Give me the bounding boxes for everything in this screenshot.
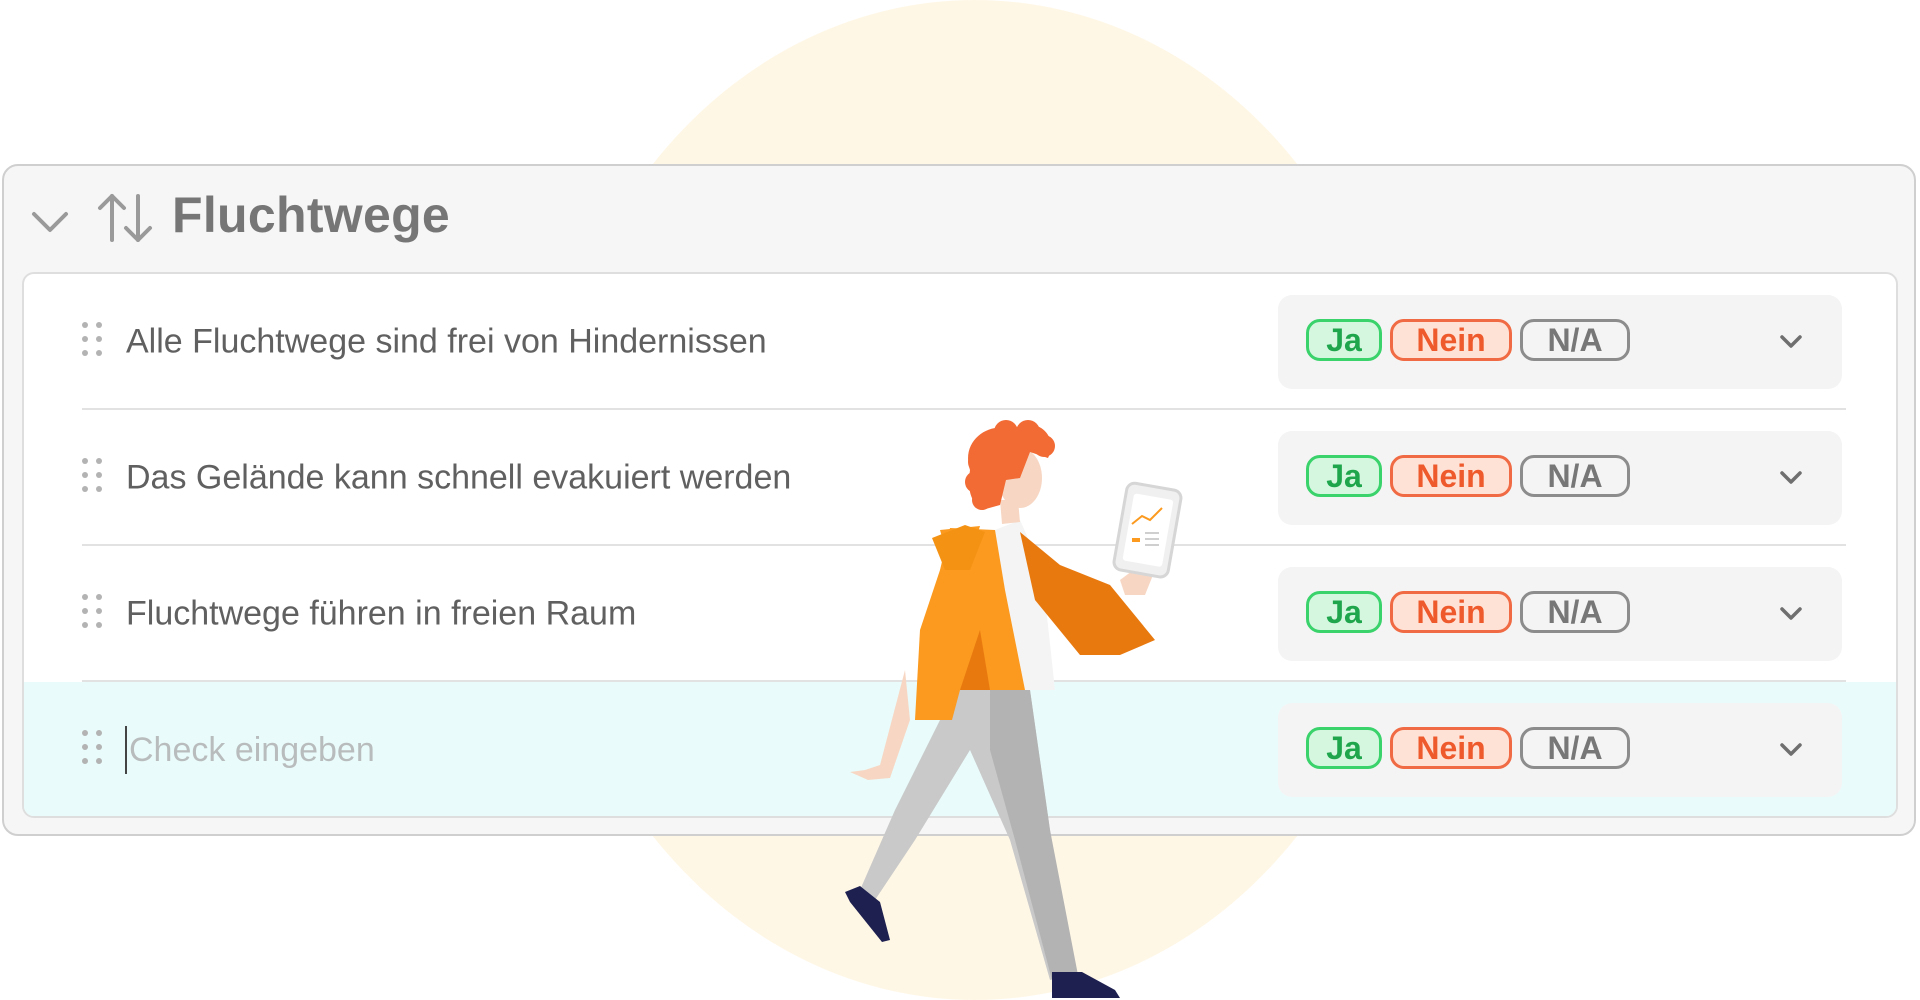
answer-yes-button[interactable]: Ja bbox=[1306, 727, 1382, 769]
answer-no-button[interactable]: Nein bbox=[1390, 319, 1512, 361]
answer-no-button[interactable]: Nein bbox=[1390, 591, 1512, 633]
chevron-down-icon[interactable] bbox=[1774, 461, 1808, 495]
checklist-item-text[interactable]: Alle Fluchtwege sind frei von Hinderniss… bbox=[126, 323, 767, 362]
person-with-tablet-illustration bbox=[845, 420, 1183, 998]
answer-yes-button[interactable]: Ja bbox=[1306, 591, 1382, 633]
chevron-down-icon[interactable] bbox=[28, 204, 72, 238]
answer-na-button[interactable]: N/A bbox=[1520, 591, 1630, 633]
answer-no-button[interactable]: Nein bbox=[1390, 727, 1512, 769]
drag-handle-icon[interactable] bbox=[82, 322, 102, 362]
answer-no-button[interactable]: Nein bbox=[1390, 455, 1512, 497]
drag-handle-icon[interactable] bbox=[82, 458, 102, 498]
chevron-down-icon[interactable] bbox=[1774, 325, 1808, 359]
answer-selector: Ja Nein N/A bbox=[1278, 567, 1842, 661]
sort-arrows-icon[interactable] bbox=[94, 190, 156, 246]
new-check-input[interactable] bbox=[125, 726, 729, 774]
section-header: Fluchtwege bbox=[4, 166, 1914, 272]
answer-yes-button[interactable]: Ja bbox=[1306, 319, 1382, 361]
checklist-item-row: Alle Fluchtwege sind frei von Hinderniss… bbox=[24, 274, 1896, 410]
drag-handle-icon[interactable] bbox=[82, 730, 102, 770]
answer-selector: Ja Nein N/A bbox=[1278, 295, 1842, 389]
chevron-down-icon[interactable] bbox=[1774, 597, 1808, 631]
answer-selector: Ja Nein N/A bbox=[1278, 703, 1842, 797]
answer-yes-button[interactable]: Ja bbox=[1306, 455, 1382, 497]
answer-na-button[interactable]: N/A bbox=[1520, 455, 1630, 497]
chevron-down-icon[interactable] bbox=[1774, 733, 1808, 767]
section-title: Fluchtwege bbox=[172, 187, 451, 243]
answer-na-button[interactable]: N/A bbox=[1520, 319, 1630, 361]
answer-selector: Ja Nein N/A bbox=[1278, 431, 1842, 525]
checklist-item-text[interactable]: Das Gelände kann schnell evakuiert werde… bbox=[126, 459, 791, 498]
answer-na-button[interactable]: N/A bbox=[1520, 727, 1630, 769]
checklist-item-text[interactable]: Fluchtwege führen in freien Raum bbox=[126, 595, 636, 634]
drag-handle-icon[interactable] bbox=[82, 594, 102, 634]
